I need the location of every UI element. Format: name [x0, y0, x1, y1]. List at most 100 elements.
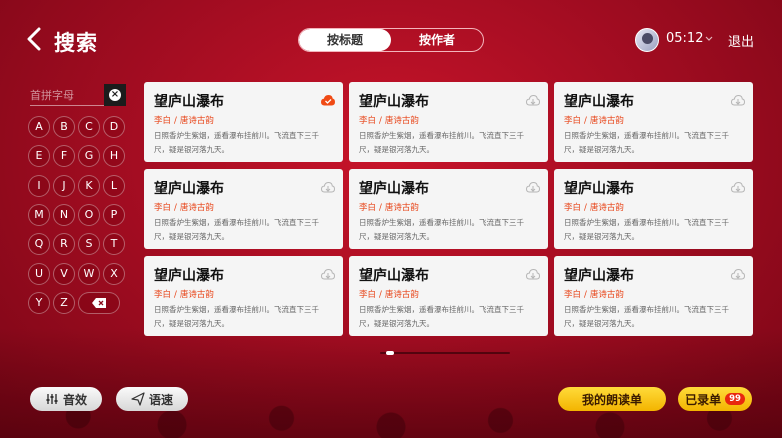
poem-text: 日照香炉生紫烟，遥看瀑布挂前川。飞流直下三千尺，疑是银河落九天。: [359, 218, 524, 241]
key-x[interactable]: X: [103, 262, 125, 285]
key-y[interactable]: Y: [28, 291, 50, 314]
meta-separator: /: [174, 203, 177, 213]
poem-meta: 李白 / 唐诗古韵: [154, 114, 333, 126]
key-j[interactable]: J: [53, 174, 75, 197]
page-indicator: [380, 351, 510, 355]
poem-card[interactable]: 望庐山瀑布 李白 / 唐诗古韵 日照香炉生紫烟，遥看瀑布挂前川。飞流直下三千尺，疑是银河…: [349, 82, 548, 162]
poem-title: 望庐山瀑布: [564, 181, 634, 197]
cloud-download-icon[interactable]: [321, 181, 335, 193]
page-indicator-active: [386, 351, 394, 355]
poem-card[interactable]: 望庐山瀑布 李白 / 唐诗古韵 日照香炉生紫烟，遥看瀑布挂前川。飞流直下三千尺，疑是银河…: [144, 169, 343, 249]
cloud-download-icon[interactable]: [526, 181, 540, 193]
poem-card[interactable]: 望庐山瀑布 李白 / 唐诗古韵 日照香炉生紫烟，遥看瀑布挂前川。飞流直下三千尺，疑是银河…: [144, 256, 343, 336]
poem-meta: 李白 / 唐诗古韵: [564, 114, 743, 126]
key-k[interactable]: K: [78, 174, 100, 197]
my-reading-list-button[interactable]: 我的朗读单: [558, 387, 666, 411]
poem-text: 日照香炉生紫烟，遥看瀑布挂前川。飞流直下三千尺，疑是银河落九天。: [564, 131, 729, 154]
poem-meta: 李白 / 唐诗古韵: [564, 201, 743, 213]
cloud-download-icon[interactable]: [526, 268, 540, 280]
key-b[interactable]: B: [53, 116, 75, 138]
poem-text: 日照香炉生紫烟，遥看瀑布挂前川。飞流直下三千尺，疑是银河落九天。: [564, 305, 729, 328]
tab-by-author[interactable]: 按作者: [391, 29, 483, 51]
poem-category: 唐诗古韵: [384, 116, 419, 126]
meta-separator: /: [174, 290, 177, 300]
poem-text: 日照香炉生紫烟，遥看瀑布挂前川。飞流直下三千尺，疑是银河落九天。: [154, 218, 319, 241]
poem-card[interactable]: 望庐山瀑布 李白 / 唐诗古韵 日照香炉生紫烟，遥看瀑布挂前川。飞流直下三千尺，疑是银河…: [144, 82, 343, 162]
poem-text: 日照香炉生紫烟，遥看瀑布挂前川。飞流直下三千尺，疑是银河落九天。: [154, 131, 319, 154]
key-f[interactable]: F: [53, 145, 75, 168]
key-h[interactable]: H: [103, 145, 125, 168]
key-e[interactable]: E: [28, 145, 50, 168]
close-icon: ×: [109, 89, 121, 101]
poem-author: 李白: [564, 290, 582, 300]
delete-key[interactable]: [78, 291, 120, 314]
tab-by-title[interactable]: 按标题: [299, 29, 391, 51]
key-o[interactable]: O: [78, 203, 100, 226]
poem-card[interactable]: 望庐山瀑布 李白 / 唐诗古韵 日照香炉生紫烟，遥看瀑布挂前川。飞流直下三千尺，疑是银河…: [349, 256, 548, 336]
poem-author: 李白: [154, 290, 172, 300]
poem-card[interactable]: 望庐山瀑布李白 / 唐诗古韵日照香炉生紫烟，遥看瀑布挂前川。飞流直下三千尺，疑是银河…: [554, 256, 753, 336]
key-i[interactable]: I: [28, 174, 50, 197]
equalizer-icon: [46, 394, 58, 404]
meta-separator: /: [174, 116, 177, 126]
poem-category: 唐诗古韵: [384, 203, 419, 213]
poem-author: 李白: [564, 203, 582, 213]
key-m[interactable]: M: [28, 203, 50, 226]
exit-button[interactable]: 退出: [728, 31, 754, 50]
key-g[interactable]: G: [78, 145, 100, 168]
poem-meta: 李白 / 唐诗古韵: [359, 288, 538, 300]
key-v[interactable]: V: [53, 262, 75, 285]
clock-time: 05:12: [666, 31, 704, 46]
send-speed-icon: [131, 392, 145, 406]
search-input[interactable]: [30, 85, 100, 106]
poem-meta: 李白 / 唐诗古韵: [154, 201, 333, 213]
poem-author: 李白: [359, 116, 377, 126]
key-q[interactable]: Q: [28, 233, 50, 256]
poem-category: 唐诗古韵: [589, 203, 624, 213]
key-r[interactable]: R: [53, 233, 75, 256]
cloud-download-icon[interactable]: [526, 94, 540, 106]
meta-separator: /: [379, 290, 382, 300]
key-s[interactable]: S: [78, 233, 100, 256]
clear-button[interactable]: ×: [104, 84, 126, 106]
speech-speed-button[interactable]: 语速: [116, 387, 188, 411]
poem-card[interactable]: 望庐山瀑布 李白 / 唐诗古韵 日照香炉生紫烟，遥看瀑布挂前川。飞流直下三千尺，疑是银河…: [349, 169, 548, 249]
cloud-download-icon[interactable]: [731, 94, 745, 106]
cloud-check-icon[interactable]: [321, 94, 335, 106]
search-box: ×: [30, 84, 126, 106]
back-button[interactable]: [26, 26, 46, 52]
cloud-download-icon[interactable]: [321, 268, 335, 280]
poem-meta: 李白 / 唐诗古韵: [564, 288, 743, 300]
poem-card[interactable]: 望庐山瀑布 李白 / 唐诗古韵 日照香炉生紫烟，遥看瀑布挂前川。飞流直下三千尺，疑是银河…: [554, 169, 753, 249]
audience-background: [0, 328, 782, 438]
poem-meta: 李白 / 唐诗古韵: [359, 201, 538, 213]
cloud-download-icon[interactable]: [731, 268, 745, 280]
poem-author: 李白: [564, 116, 582, 126]
key-p[interactable]: P: [103, 203, 125, 226]
key-c[interactable]: C: [78, 116, 100, 138]
recorded-list-label: 已录单: [685, 392, 722, 407]
key-n[interactable]: N: [53, 203, 75, 226]
recorded-list-button[interactable]: 已录单 99: [678, 387, 752, 411]
sound-effect-button[interactable]: 音效: [30, 387, 102, 411]
key-w[interactable]: W: [78, 262, 100, 285]
poem-title: 望庐山瀑布: [564, 94, 634, 110]
meta-separator: /: [379, 203, 382, 213]
poem-meta: 李白 / 唐诗古韵: [154, 288, 333, 300]
backspace-icon: [92, 297, 106, 308]
poem-category: 唐诗古韵: [589, 290, 624, 300]
poem-category: 唐诗古韵: [589, 116, 624, 126]
cloud-download-icon[interactable]: [731, 181, 745, 193]
poem-title: 望庐山瀑布: [564, 268, 634, 284]
key-a[interactable]: A: [28, 116, 50, 138]
key-u[interactable]: U: [28, 262, 50, 285]
key-z[interactable]: Z: [53, 291, 75, 314]
avatar[interactable]: [635, 28, 659, 52]
chevron-down-icon[interactable]: [704, 34, 714, 44]
meta-separator: /: [584, 203, 587, 213]
key-d[interactable]: D: [103, 116, 125, 138]
key-l[interactable]: L: [103, 174, 125, 197]
poem-text: 日照香炉生紫烟，遥看瀑布挂前川。飞流直下三千尺，疑是银河落九天。: [359, 131, 524, 154]
key-t[interactable]: T: [103, 233, 125, 256]
poem-card[interactable]: 望庐山瀑布李白 / 唐诗古韵日照香炉生紫烟，遥看瀑布挂前川。飞流直下三千尺，疑是银河…: [554, 82, 753, 162]
